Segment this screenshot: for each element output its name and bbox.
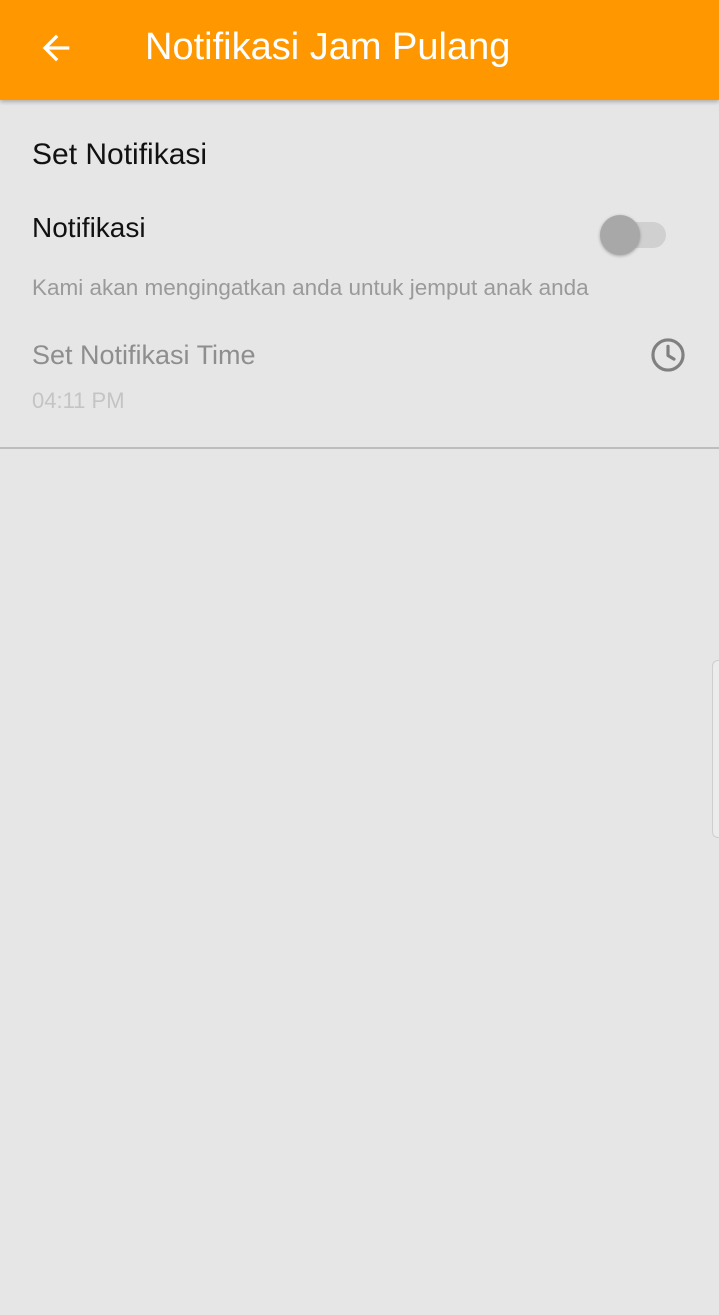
- time-label: Set Notifikasi Time: [32, 340, 256, 370]
- notification-toggle[interactable]: [598, 214, 670, 256]
- page-title: Notifikasi Jam Pulang: [145, 26, 511, 68]
- app-bar: Notifikasi Jam Pulang: [0, 0, 719, 100]
- clock-icon: [651, 338, 685, 372]
- notification-time-setting[interactable]: Set Notifikasi Time 04:11 PM: [0, 325, 719, 425]
- time-value: 04:11 PM: [32, 388, 125, 413]
- toggle-thumb: [600, 215, 640, 255]
- notification-summary: Kami akan mengingatkan anda untuk jemput…: [32, 275, 589, 300]
- edge-panel-handle[interactable]: [712, 660, 719, 838]
- notification-label: Notifikasi: [32, 212, 146, 243]
- divider: [0, 447, 719, 449]
- back-button[interactable]: [28, 20, 84, 76]
- settings-content: Set Notifikasi Notifikasi Kami akan meng…: [0, 100, 719, 1315]
- arrow-left-icon: [42, 34, 70, 62]
- section-title: Set Notifikasi: [32, 138, 208, 171]
